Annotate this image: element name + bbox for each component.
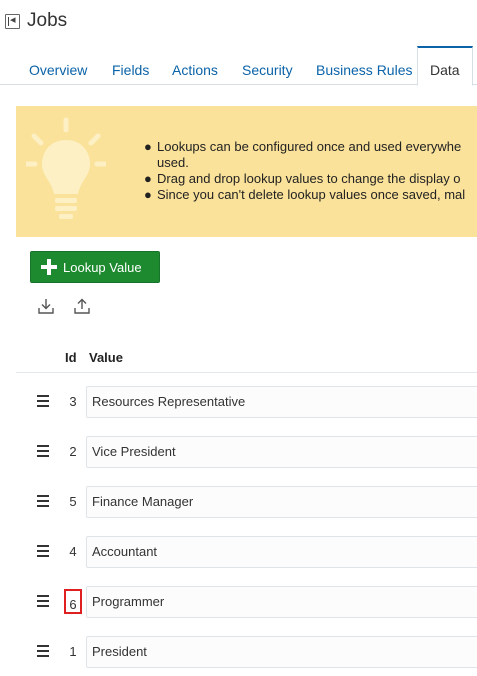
drag-handle-icon[interactable] — [37, 495, 49, 507]
page-title: Jobs — [27, 10, 68, 31]
row-id: 3 — [69, 394, 77, 409]
page-header: ◂ Jobs — [0, 0, 477, 46]
upload-icon[interactable] — [73, 297, 91, 315]
drag-handle-icon[interactable] — [37, 595, 49, 607]
banner-bullet: ● Drag and drop lookup values to change t… — [144, 171, 461, 186]
banner-bullet: ● Since you can't delete lookup values on… — [144, 187, 466, 202]
drag-handle-icon[interactable] — [37, 445, 49, 457]
column-header-id[interactable]: Id — [65, 350, 77, 365]
banner-bullet: ● Lookups can be configured once and used… — [144, 139, 462, 170]
download-icon[interactable] — [37, 297, 55, 315]
collapse-panel-icon[interactable]: ◂ — [5, 14, 20, 29]
tab-fields[interactable]: Fields — [112, 46, 149, 85]
tab-business-rules[interactable]: Business Rules — [316, 46, 413, 85]
table-row: 5 Finance Manager — [0, 486, 477, 518]
row-id-highlighted: 6 — [64, 589, 82, 614]
drag-handle-icon[interactable] — [37, 645, 49, 657]
value-input[interactable]: Programmer — [86, 586, 477, 618]
column-header-value[interactable]: Value — [89, 350, 123, 365]
value-input[interactable]: Resources Representative — [86, 386, 477, 418]
table-row: 2 Vice President — [0, 436, 477, 468]
drag-handle-icon[interactable] — [37, 395, 49, 407]
drag-handle-icon[interactable] — [37, 545, 49, 557]
plus-icon — [41, 259, 57, 275]
lightbulb-icon — [26, 117, 106, 219]
tab-overview[interactable]: Overview — [29, 46, 87, 85]
row-id: 5 — [69, 494, 77, 509]
table-row: 3 Resources Representative — [0, 386, 477, 418]
value-input[interactable]: Accountant — [86, 536, 477, 568]
tab-actions[interactable]: Actions — [172, 46, 218, 85]
tab-security[interactable]: Security — [242, 46, 293, 85]
table-row: 1 President — [0, 636, 477, 668]
banner-bullets: ● Lookups can be configured once and used… — [144, 139, 477, 203]
value-input[interactable]: President — [86, 636, 477, 668]
table-header-divider — [16, 372, 477, 373]
row-id: 4 — [69, 544, 77, 559]
tab-bar: Overview Fields Actions Security Busines… — [0, 46, 477, 86]
table-row: 6 Programmer — [0, 586, 477, 618]
table-row: 4 Accountant — [0, 536, 477, 568]
value-input[interactable]: Vice President — [86, 436, 477, 468]
info-banner: ● Lookups can be configured once and used… — [16, 106, 477, 237]
add-lookup-value-button[interactable]: Lookup Value — [30, 251, 160, 283]
tab-data[interactable]: Data — [417, 46, 473, 86]
value-input[interactable]: Finance Manager — [86, 486, 477, 518]
row-id: 1 — [69, 644, 77, 659]
add-lookup-value-label: Lookup Value — [63, 260, 142, 275]
row-id: 2 — [69, 444, 77, 459]
